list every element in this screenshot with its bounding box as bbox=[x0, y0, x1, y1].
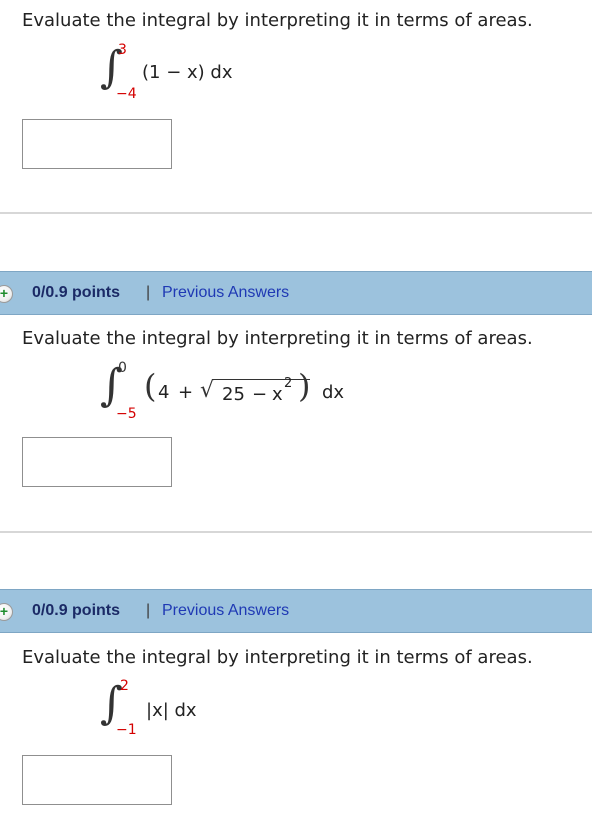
minus-operator: − bbox=[252, 384, 268, 405]
previous-answers-link[interactable]: Previous Answers bbox=[162, 284, 289, 302]
question-prompt: Evaluate the integral by interpreting it… bbox=[22, 328, 533, 349]
answer-input[interactable] bbox=[22, 755, 172, 805]
lower-limit: −1 bbox=[116, 722, 137, 738]
header-separator: | bbox=[146, 284, 151, 301]
integrand: |x| dx bbox=[146, 700, 197, 721]
open-paren: ( bbox=[144, 367, 157, 405]
upper-limit: 2 bbox=[120, 678, 129, 694]
question-prompt: Evaluate the integral by interpreting it… bbox=[22, 647, 533, 668]
section-divider bbox=[0, 531, 592, 533]
upper-limit: 0 bbox=[118, 360, 127, 376]
answer-input[interactable] bbox=[22, 437, 172, 487]
question-header-bar: + 0/0.9 points | Previous Answers bbox=[0, 589, 592, 633]
radicand-exponent: 2 bbox=[284, 376, 293, 391]
question-prompt: Evaluate the integral by interpreting it… bbox=[22, 10, 533, 31]
radical-bar bbox=[214, 379, 310, 380]
points-label: 0/0.9 points bbox=[32, 284, 121, 301]
plus-circle-icon[interactable]: + bbox=[0, 603, 13, 621]
radicand-constant: 25 bbox=[222, 384, 245, 405]
differential: dx bbox=[322, 382, 345, 403]
radical-sign: √ bbox=[200, 378, 215, 403]
plus-circle-icon[interactable]: + bbox=[0, 285, 13, 303]
lower-limit: −5 bbox=[116, 406, 137, 422]
lower-limit: −4 bbox=[116, 86, 137, 102]
previous-answers-link[interactable]: Previous Answers bbox=[162, 602, 289, 620]
upper-limit: 3 bbox=[118, 42, 127, 58]
radicand-variable: x bbox=[272, 384, 283, 405]
integrand: (1 − x) dx bbox=[142, 62, 233, 83]
points-label: 0/0.9 points bbox=[32, 602, 121, 619]
plus-operator: + bbox=[178, 382, 194, 403]
section-divider bbox=[0, 212, 592, 214]
answer-input[interactable] bbox=[22, 119, 172, 169]
close-paren: ) bbox=[298, 367, 311, 405]
header-separator: | bbox=[146, 602, 151, 619]
question-header-bar: + 0/0.9 points | Previous Answers bbox=[0, 271, 592, 315]
term-constant: 4 bbox=[158, 382, 170, 403]
